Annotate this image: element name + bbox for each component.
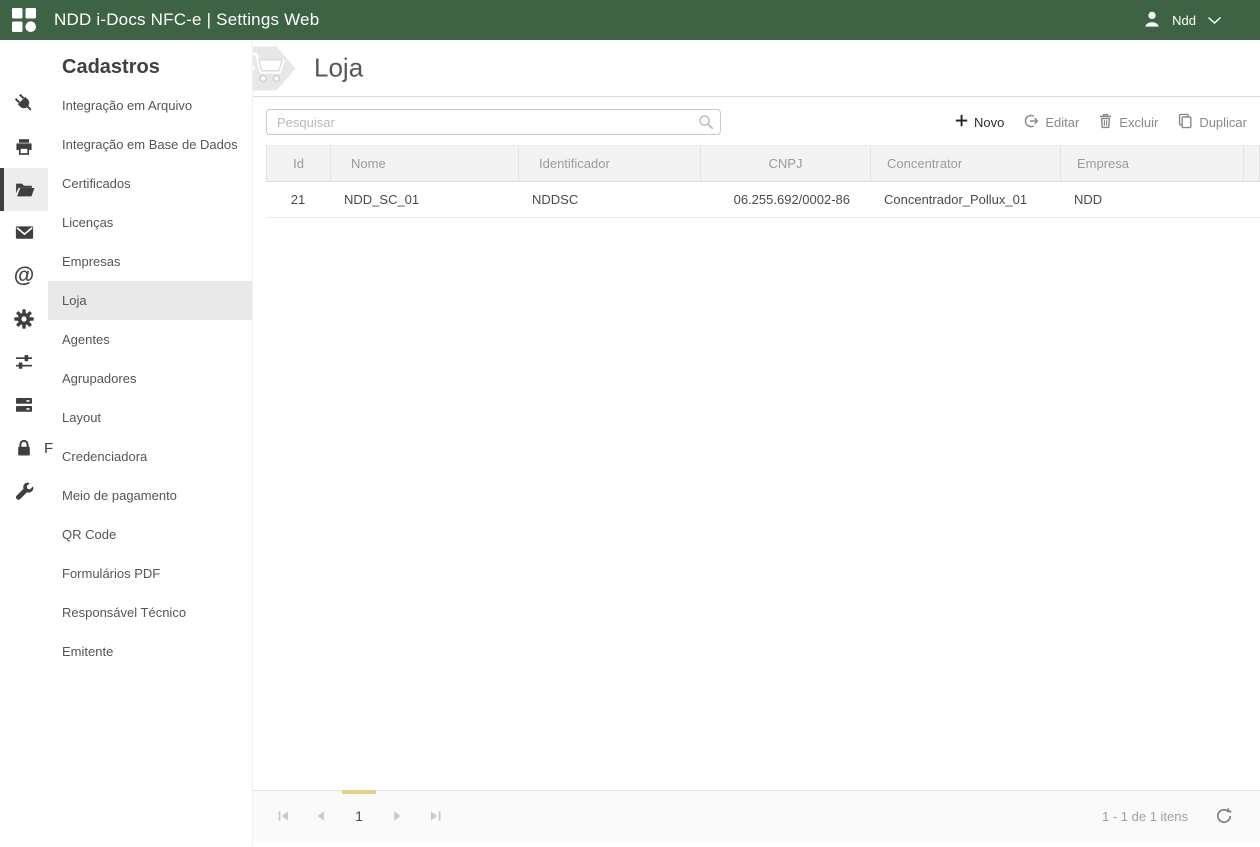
pager: 1 1 - 1 de 1 itens: [253, 790, 1260, 841]
sidebar-item-emitente[interactable]: Emitente: [48, 632, 252, 671]
sidebar-item-responsavel-tecnico[interactable]: Responsável Técnico: [48, 593, 252, 632]
user-name: Ndd: [1172, 13, 1196, 28]
main-content: Loja: [252, 40, 1260, 847]
column-header-cnpj[interactable]: CNPJ: [701, 146, 871, 181]
page-title: Loja: [314, 53, 363, 84]
cell-id: 21: [266, 192, 330, 207]
sidebar-item-qr-code[interactable]: QR Code: [48, 515, 252, 554]
stack-icon: [14, 395, 34, 415]
last-page-button[interactable]: [416, 791, 454, 841]
page-number-1[interactable]: 1: [340, 791, 378, 841]
search-input[interactable]: [266, 109, 721, 135]
icon-rail: @: [0, 40, 48, 847]
sidebar-cadastros: Cadastros Integração em Arquivo Integraç…: [48, 40, 252, 847]
cell-concentrator: Concentrador_Pollux_01: [870, 192, 1060, 207]
new-button[interactable]: Novo: [955, 114, 1004, 130]
column-header-nome[interactable]: Nome: [331, 146, 519, 181]
table-row[interactable]: 21 NDD_SC_01 NDDSC 06.255.692/0002-86 Co…: [266, 182, 1260, 218]
last-page-icon: [429, 810, 442, 822]
sidebar-item-empresas[interactable]: Empresas: [48, 242, 252, 281]
sidebar-item-agentes[interactable]: Agentes: [48, 320, 252, 359]
app-title: NDD i-Docs NFC-e | Settings Web: [54, 10, 319, 30]
cell-empresa: NDD: [1060, 192, 1243, 207]
printer-icon: [14, 137, 34, 157]
cart-icon: [253, 42, 305, 97]
sidebar-item-licencas[interactable]: Licenças: [48, 203, 252, 242]
data-grid: Id Nome Identificador CNPJ Concentrator …: [266, 145, 1260, 218]
search-box: [266, 109, 721, 135]
previous-page-icon: [315, 810, 327, 822]
copy-icon: [1177, 113, 1193, 132]
rail-item-security[interactable]: [0, 426, 48, 469]
plus-icon: [955, 114, 968, 130]
search-icon: [698, 114, 714, 135]
page-header: Loja: [253, 40, 1260, 97]
pager-info: 1 - 1 de 1 itens: [1102, 809, 1188, 824]
app-logo-icon: [11, 7, 37, 33]
rail-item-mail[interactable]: [0, 211, 48, 254]
next-page-icon: [391, 810, 403, 822]
rail-item-cadastros[interactable]: [0, 168, 48, 211]
folder-open-icon: [14, 179, 35, 200]
rail-item-integrations[interactable]: [0, 82, 48, 125]
sidebar-item-credenciadora[interactable]: Credenciadora: [48, 437, 252, 476]
rail-item-settings[interactable]: [0, 297, 48, 340]
sidebar-item-integracao-base-dados[interactable]: Integração em Base de Dados: [48, 125, 252, 164]
delete-button[interactable]: Excluir: [1098, 113, 1158, 132]
toolbar: Novo Editar: [266, 109, 1247, 135]
rail-item-tools[interactable]: [0, 469, 48, 512]
edit-button[interactable]: Editar: [1023, 113, 1079, 132]
column-header-identificador[interactable]: Identificador: [519, 146, 701, 181]
toolbar-buttons: Novo Editar: [955, 113, 1247, 132]
duplicate-button[interactable]: Duplicar: [1177, 113, 1247, 132]
grid-header-row: Id Nome Identificador CNPJ Concentrator …: [266, 145, 1260, 182]
wrench-icon: [14, 481, 34, 501]
app-window: NDD i-Docs NFC-e | Settings Web Ndd: [0, 0, 1260, 847]
sidebar-item-integracao-arquivo[interactable]: Integração em Arquivo: [48, 86, 252, 125]
sidebar-item-agrupadores[interactable]: Agrupadores: [48, 359, 252, 398]
refresh-button[interactable]: [1215, 807, 1233, 825]
user-icon: [1143, 10, 1161, 31]
sidebar-item-meio-pagamento[interactable]: Meio de pagamento: [48, 476, 252, 515]
delete-button-label: Excluir: [1119, 115, 1158, 130]
column-header-spacer: [1244, 146, 1260, 181]
stray-text: F: [44, 440, 53, 457]
edit-button-label: Editar: [1045, 115, 1079, 130]
gear-icon: [14, 309, 34, 329]
plug-icon: [14, 93, 35, 114]
rail-item-parameters[interactable]: [0, 340, 48, 383]
sliders-icon: [14, 352, 34, 372]
at-sign-icon: @: [14, 265, 34, 286]
column-header-concentrator[interactable]: Concentrator: [871, 146, 1061, 181]
previous-page-button[interactable]: [302, 791, 340, 841]
sidebar-heading: Cadastros: [48, 40, 252, 80]
rail-item-printing[interactable]: [0, 125, 48, 168]
chevron-down-icon: [1207, 13, 1222, 28]
lock-icon: [14, 438, 34, 458]
envelope-icon: [14, 222, 35, 243]
trash-icon: [1098, 113, 1113, 132]
first-page-icon: [277, 810, 290, 822]
column-header-id[interactable]: Id: [267, 146, 331, 181]
cell-nome: NDD_SC_01: [330, 192, 518, 207]
refresh-icon: [1215, 807, 1233, 825]
edit-icon: [1023, 113, 1039, 132]
topbar: NDD i-Docs NFC-e | Settings Web Ndd: [0, 0, 1260, 40]
sidebar-item-formularios-pdf[interactable]: Formulários PDF: [48, 554, 252, 593]
duplicate-button-label: Duplicar: [1199, 115, 1247, 130]
rail-item-email-settings[interactable]: @: [0, 254, 48, 297]
user-menu[interactable]: Ndd: [1143, 10, 1222, 31]
first-page-button[interactable]: [264, 791, 302, 841]
sidebar-item-certificados[interactable]: Certificados: [48, 164, 252, 203]
current-page-label: 1: [355, 808, 363, 824]
cell-cnpj: 06.255.692/0002-86: [700, 192, 870, 207]
cell-identificador: NDDSC: [518, 192, 700, 207]
pager-right: 1 - 1 de 1 itens: [1102, 807, 1260, 825]
next-page-button[interactable]: [378, 791, 416, 841]
sidebar-item-loja[interactable]: Loja: [48, 281, 252, 320]
new-button-label: Novo: [974, 115, 1004, 130]
column-header-empresa[interactable]: Empresa: [1061, 146, 1244, 181]
sidebar-item-layout[interactable]: Layout: [48, 398, 252, 437]
rail-item-servers[interactable]: [0, 383, 48, 426]
